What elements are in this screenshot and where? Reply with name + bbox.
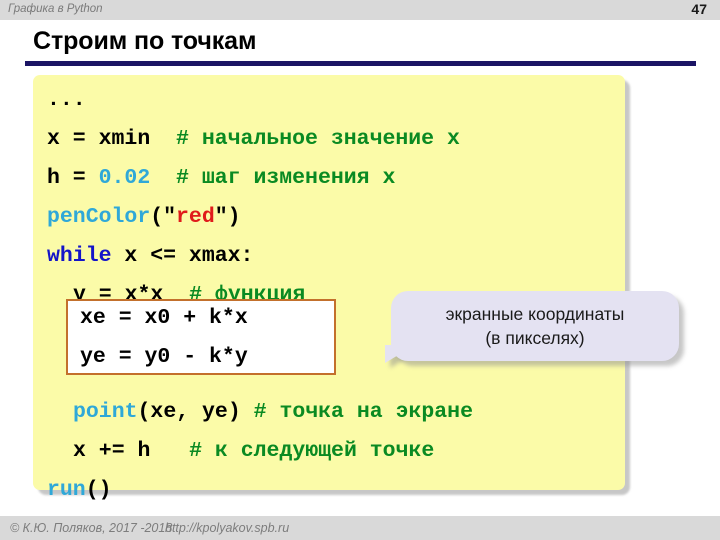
callout-text: экранные координаты (в пикселях) <box>391 302 679 350</box>
code-line: penColor("red") <box>47 198 621 237</box>
footer-url[interactable]: http://kpolyakov.spb.ru <box>165 521 289 535</box>
code-token-plain: x += h <box>73 439 190 463</box>
code-line: x = xmin # начальное значение x <box>47 120 621 159</box>
code-token-comment: # точка на экране <box>253 400 473 424</box>
code-token-function: run <box>47 478 86 502</box>
code-token-keyword: while <box>47 244 112 268</box>
code-token-plain: h = <box>47 166 99 190</box>
code-token-comment: # начальное значение x <box>176 127 460 151</box>
code-token-comment: # к следующей точке <box>189 439 435 463</box>
page-title: Строим по точкам <box>33 27 257 55</box>
code-token-plain: ") <box>214 205 241 229</box>
code-token-plain: x = xmin <box>47 127 177 151</box>
code-line: ... <box>47 81 621 120</box>
highlighted-code-lines: xe = x0 + k*x ye = y0 - k*y <box>80 299 248 377</box>
code-token-number: 0.02 <box>98 166 151 190</box>
code-token-comment: # шаг изменения x <box>176 166 396 190</box>
code-token-function: penColor <box>47 205 151 229</box>
title-divider <box>25 61 696 66</box>
code-token-plain: () <box>85 478 112 502</box>
code-token-plain: ... <box>47 88 86 112</box>
highlighted-code-box: xe = x0 + k*x ye = y0 - k*y <box>66 299 336 375</box>
footer-copyright: © К.Ю. Поляков, 2017 -2018 <box>10 521 173 535</box>
code-token-plain: x <= xmax: <box>111 244 254 268</box>
code-token-plain: (xe, ye) <box>137 400 254 424</box>
code-panel: ... x = xmin # начальное значение xh = 0.… <box>33 75 625 502</box>
code-line: while x <= xmax: <box>47 237 621 276</box>
callout-bubble: экранные координаты (в пикселях) <box>391 291 679 361</box>
callout-line-1: экранные координаты <box>445 304 625 324</box>
callout-line-2: (в пикселях) <box>485 328 585 348</box>
code-line: h = 0.02 # шаг изменения x <box>47 159 621 198</box>
presentation-topic-label: Графика в Python <box>8 3 103 15</box>
code-token-string: red <box>176 205 215 229</box>
code-line: x += h # к следующей точке <box>47 432 621 471</box>
slide-number: 47 <box>691 1 707 17</box>
top-header-bar: Графика в Python 47 <box>0 0 720 20</box>
code-line: point(xe, ye) # точка на экране <box>47 393 621 432</box>
highlight-line-1: xe = x0 + k*x <box>80 306 248 330</box>
code-token-plain: (" <box>150 205 177 229</box>
highlight-line-2: ye = y0 - k*y <box>80 345 248 369</box>
code-line: run() <box>47 471 621 510</box>
code-token-function: point <box>73 400 138 424</box>
